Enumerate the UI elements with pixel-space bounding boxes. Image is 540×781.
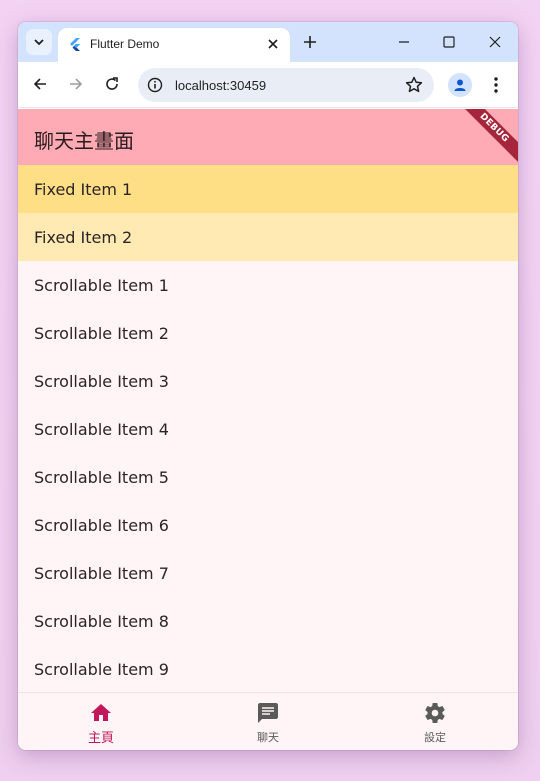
nav-item-home[interactable]: 主頁 xyxy=(18,693,184,750)
browser-toolbar: localhost:30459 xyxy=(18,62,518,108)
list-item[interactable]: Scrollable Item 2 xyxy=(18,309,518,357)
reload-icon xyxy=(106,77,118,90)
home-icon xyxy=(91,704,111,721)
bookmark-star-icon[interactable] xyxy=(404,75,424,95)
forward-button[interactable] xyxy=(65,73,87,95)
tab-strip: Flutter Demo xyxy=(18,22,518,62)
arrow-right-icon xyxy=(70,78,83,90)
nav-item-label: 設定 xyxy=(424,731,446,744)
list-item[interactable]: Scrollable Item 7 xyxy=(18,549,518,597)
back-button[interactable] xyxy=(29,73,51,95)
list-item-label: Scrollable Item 7 xyxy=(34,564,169,583)
maximize-icon xyxy=(443,36,455,48)
list-item[interactable]: Scrollable Item 8 xyxy=(18,597,518,645)
nav-item-chat[interactable]: 聊天 xyxy=(185,693,351,750)
list-item-label: Scrollable Item 5 xyxy=(34,468,169,487)
profile-button[interactable] xyxy=(448,73,472,97)
bottom-navigation-bar: 主頁 聊天 設定 xyxy=(18,692,518,750)
list-item-label: Scrollable Item 6 xyxy=(34,516,169,535)
fixed-item[interactable]: Fixed Item 2 xyxy=(18,213,518,261)
page-title: 聊天主畫面 xyxy=(34,129,134,153)
list-item-label: Scrollable Item 8 xyxy=(34,612,169,631)
window-close-button[interactable] xyxy=(485,32,505,52)
chevron-down-icon xyxy=(34,39,44,46)
address-bar[interactable]: localhost:30459 xyxy=(138,68,434,102)
list-item-label: Scrollable Item 9 xyxy=(34,660,169,679)
nav-item-label: 主頁 xyxy=(87,731,114,746)
list-item[interactable]: Scrollable Item 1 xyxy=(18,261,518,309)
list-item[interactable]: Scrollable Item 3 xyxy=(18,357,518,405)
flutter-logo-icon xyxy=(70,38,80,51)
scrollable-list[interactable]: Scrollable Item 1 Scrollable Item 2 Scro… xyxy=(18,261,518,691)
list-item[interactable]: Scrollable Item 9 xyxy=(18,645,518,691)
debug-banner: DEBUG xyxy=(456,109,518,166)
settings-icon xyxy=(425,703,445,723)
close-icon xyxy=(489,36,501,48)
fixed-item[interactable]: Fixed Item 1 xyxy=(18,165,518,213)
nav-item-settings[interactable]: 設定 xyxy=(352,693,518,750)
browser-tab[interactable]: Flutter Demo xyxy=(58,28,290,62)
list-item[interactable]: Scrollable Item 6 xyxy=(18,501,518,549)
nav-item-label: 聊天 xyxy=(257,731,279,744)
list-item[interactable]: Scrollable Item 5 xyxy=(18,453,518,501)
browser-window: Flutter Demo localhost:30459 聊天主畫面 DEBUG… xyxy=(18,22,518,750)
tab-close-button[interactable] xyxy=(264,35,282,53)
fixed-item-label: Fixed Item 2 xyxy=(34,228,133,247)
list-item-label: Scrollable Item 3 xyxy=(34,372,169,391)
tab-search-button[interactable] xyxy=(26,29,52,55)
app-bar: 聊天主畫面 DEBUG xyxy=(18,109,518,166)
url-text[interactable]: localhost:30459 xyxy=(175,78,266,93)
browser-menu-button[interactable] xyxy=(486,73,506,97)
reload-button[interactable] xyxy=(101,73,123,95)
minimize-button[interactable] xyxy=(394,32,414,52)
list-item[interactable]: Scrollable Item 4 xyxy=(18,405,518,453)
tab-title: Flutter Demo xyxy=(90,37,160,51)
plus-icon xyxy=(304,36,316,48)
new-tab-button[interactable] xyxy=(300,32,320,52)
list-item-label: Scrollable Item 1 xyxy=(34,276,169,295)
list-item-label: Scrollable Item 2 xyxy=(34,324,169,343)
app-viewport: 聊天主畫面 DEBUG Fixed Item 1 Fixed Item 2 Sc… xyxy=(18,109,518,750)
minimize-icon xyxy=(399,41,409,43)
site-info-icon[interactable] xyxy=(147,77,163,93)
arrow-left-icon xyxy=(33,78,46,90)
chat-icon xyxy=(258,703,278,723)
avatar-icon xyxy=(454,79,466,91)
list-item-label: Scrollable Item 4 xyxy=(34,420,169,439)
maximize-button[interactable] xyxy=(439,32,459,52)
fixed-item-label: Fixed Item 1 xyxy=(34,180,133,199)
close-icon xyxy=(268,39,278,49)
more-vertical-icon xyxy=(494,77,498,93)
